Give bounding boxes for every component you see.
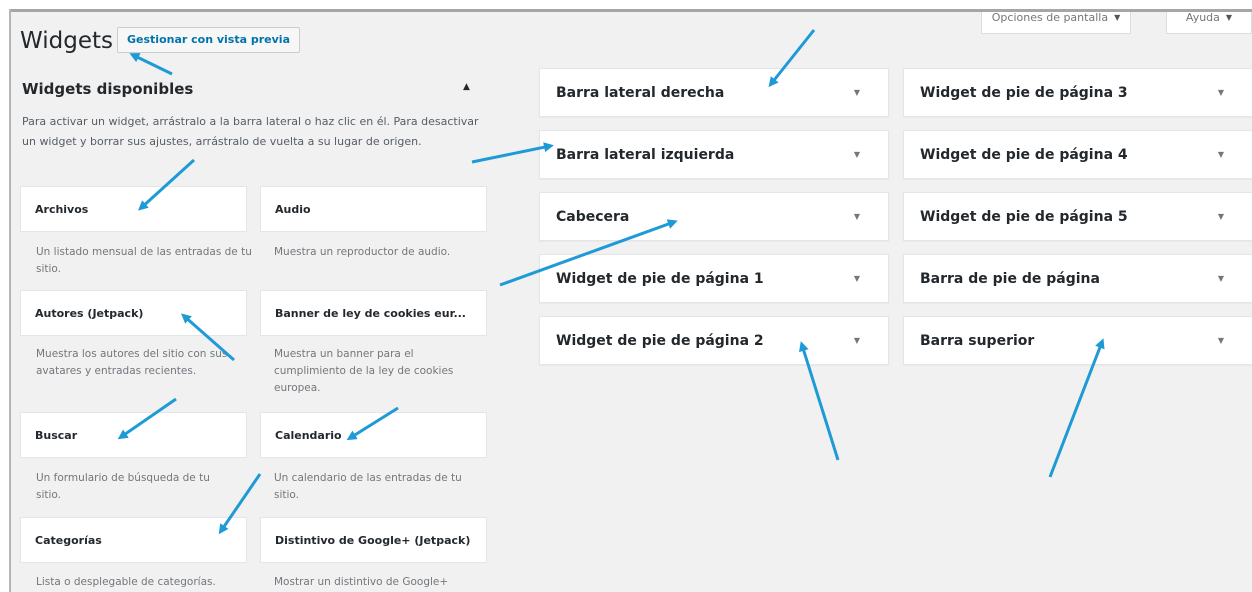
available-widgets-description: Para activar un widget, arrástralo a la … bbox=[22, 115, 479, 148]
widget-description: Muestra los autores del sitio con sus av… bbox=[36, 348, 228, 377]
area-barra-lateral-izquierda[interactable]: Barra lateral izquierda ▼ bbox=[539, 130, 889, 179]
expand-toggle-icon[interactable]: ▼ bbox=[1218, 131, 1224, 179]
screenshot-frame-top bbox=[0, 0, 1252, 9]
area-barra-pie-pagina[interactable]: Barra de pie de página ▼ bbox=[903, 254, 1252, 303]
caret-down-icon: ▼ bbox=[1225, 13, 1233, 22]
area-cabecera[interactable]: Cabecera ▼ bbox=[539, 192, 889, 241]
widget-banner-cookies[interactable]: Banner de ley de cookies eur... bbox=[260, 290, 487, 336]
widget-description: Muestra un banner para el cumplimiento d… bbox=[274, 348, 454, 394]
area-barra-superior[interactable]: Barra superior ▼ bbox=[903, 316, 1252, 365]
widget-google-plus[interactable]: Distintivo de Google+ (Jetpack) bbox=[260, 517, 487, 563]
area-title: Widget de pie de página 5 bbox=[920, 209, 1128, 225]
manage-with-preview-button[interactable]: Gestionar con vista previa bbox=[117, 27, 300, 53]
expand-toggle-icon[interactable]: ▼ bbox=[1218, 69, 1224, 117]
expand-toggle-icon[interactable]: ▼ bbox=[854, 69, 860, 117]
expand-toggle-icon[interactable]: ▼ bbox=[1218, 255, 1224, 303]
page-title: Widgets bbox=[20, 28, 113, 54]
area-pie-pagina-5[interactable]: Widget de pie de página 5 ▼ bbox=[903, 192, 1252, 241]
available-widgets-title: Widgets disponibles bbox=[22, 80, 194, 98]
widget-description: Un listado mensual de las entradas de tu… bbox=[36, 246, 252, 275]
widget-description: Lista o desplegable de categorías. bbox=[36, 576, 216, 588]
area-pie-pagina-4[interactable]: Widget de pie de página 4 ▼ bbox=[903, 130, 1252, 179]
widget-description: Muestra un reproductor de audio. bbox=[274, 246, 451, 258]
area-title: Barra lateral derecha bbox=[556, 85, 725, 101]
expand-toggle-icon[interactable]: ▼ bbox=[1218, 193, 1224, 241]
screen-options-label: Opciones de pantalla bbox=[991, 11, 1109, 24]
widget-autores[interactable]: Autores (Jetpack) bbox=[20, 290, 247, 336]
area-pie-pagina-1[interactable]: Widget de pie de página 1 ▼ bbox=[539, 254, 889, 303]
widget-buscar[interactable]: Buscar bbox=[20, 412, 247, 458]
widget-description: Un calendario de las entradas de tu siti… bbox=[274, 472, 462, 501]
widget-archivos[interactable]: Archivos bbox=[20, 186, 247, 232]
expand-toggle-icon[interactable]: ▼ bbox=[854, 255, 860, 303]
area-title: Barra de pie de página bbox=[920, 271, 1100, 287]
caret-down-icon: ▼ bbox=[1114, 13, 1121, 22]
help-label: Ayuda bbox=[1185, 11, 1220, 24]
widget-calendario[interactable]: Calendario bbox=[260, 412, 487, 458]
area-title: Barra superior bbox=[920, 333, 1035, 349]
area-barra-lateral-derecha[interactable]: Barra lateral derecha ▼ bbox=[539, 68, 889, 117]
area-title: Cabecera bbox=[556, 209, 630, 225]
area-title: Widget de pie de página 3 bbox=[920, 85, 1128, 101]
help-tab[interactable]: Ayuda ▼ bbox=[1166, 12, 1252, 34]
widget-categorias[interactable]: Categorías bbox=[20, 517, 247, 563]
area-title: Widget de pie de página 2 bbox=[556, 333, 764, 349]
arrow bbox=[129, 53, 173, 76]
screenshot-frame-left-border bbox=[9, 9, 11, 592]
area-title: Barra lateral izquierda bbox=[556, 147, 735, 163]
collapse-toggle-icon[interactable]: ▲ bbox=[463, 82, 470, 92]
widget-audio[interactable]: Audio bbox=[260, 186, 487, 232]
expand-toggle-icon[interactable]: ▼ bbox=[854, 131, 860, 179]
area-pie-pagina-2[interactable]: Widget de pie de página 2 ▼ bbox=[539, 316, 889, 365]
screen-options-tab[interactable]: Opciones de pantalla ▼ bbox=[981, 12, 1131, 34]
expand-toggle-icon[interactable]: ▼ bbox=[1218, 317, 1224, 365]
widget-description: Un formulario de búsqueda de tu sitio. bbox=[36, 472, 210, 501]
area-title: Widget de pie de página 4 bbox=[920, 147, 1128, 163]
widget-description: Mostrar un distintivo de Google+ bbox=[274, 576, 449, 588]
expand-toggle-icon[interactable]: ▼ bbox=[854, 193, 860, 241]
expand-toggle-icon[interactable]: ▼ bbox=[854, 317, 860, 365]
area-title: Widget de pie de página 1 bbox=[556, 271, 764, 287]
area-pie-pagina-3[interactable]: Widget de pie de página 3 ▼ bbox=[903, 68, 1252, 117]
